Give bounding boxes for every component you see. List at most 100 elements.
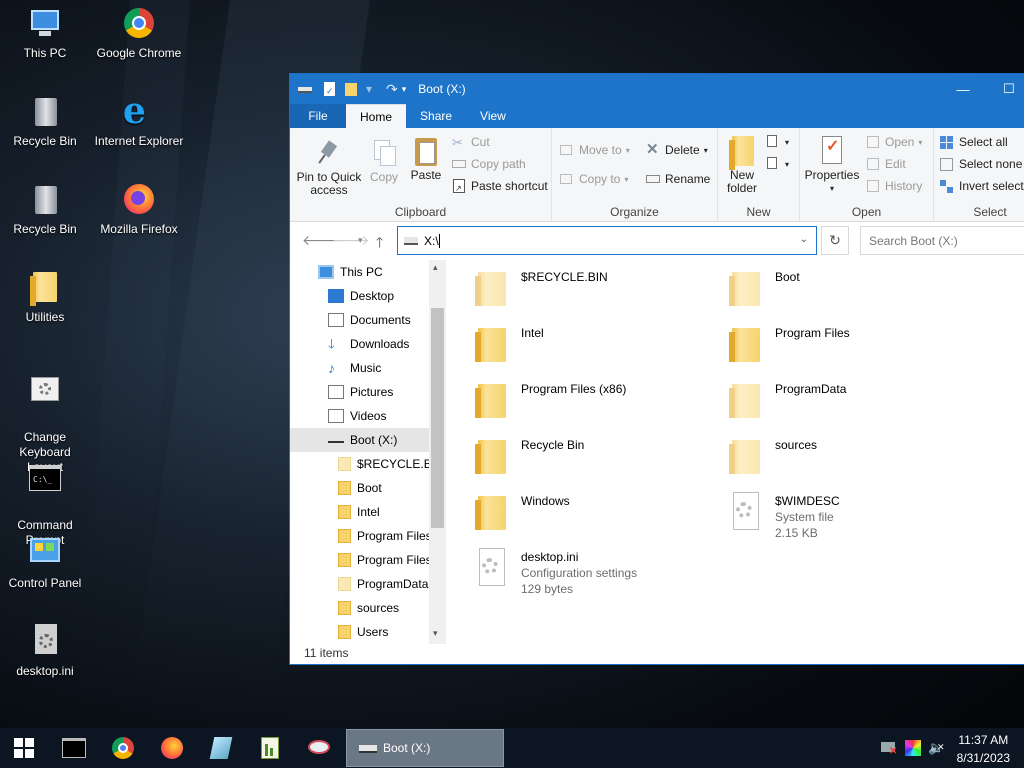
color-app-icon[interactable] — [905, 740, 921, 756]
scroll-down-icon[interactable]: ▾ — [433, 628, 438, 639]
taskbar-app-glass[interactable] — [209, 736, 235, 760]
desktop-icon-recycle-bin-2[interactable]: Recycle Bin — [0, 182, 90, 237]
desktop-icon-mozilla-firefox[interactable]: Mozilla Firefox — [94, 182, 184, 237]
rename-label: Rename — [665, 172, 711, 186]
nav-item[interactable]: Pictures — [290, 380, 430, 404]
easy-access-button[interactable]: ▾ — [766, 154, 789, 174]
file-tile[interactable]: Intel — [475, 322, 715, 374]
file-tile[interactable]: Program Files (x86) — [475, 378, 715, 430]
file-size: 129 bytes — [521, 582, 574, 596]
new-item-button[interactable]: ▾ — [766, 132, 789, 152]
select-all-button[interactable]: Select all — [940, 132, 1008, 152]
cut-button[interactable]: ✂ Cut — [452, 132, 490, 152]
invert-selection-button[interactable]: Invert selection — [940, 176, 1024, 196]
nav-item[interactable]: This PC — [290, 260, 430, 284]
undo-icon[interactable]: ↷ — [386, 81, 398, 98]
network-error-icon[interactable]: ✕ — [881, 740, 897, 757]
taskbar-app-snipping[interactable] — [307, 736, 333, 760]
delete-button[interactable]: ✕ Delete ▾ — [646, 140, 708, 160]
new-folder-button[interactable]: New folder — [722, 136, 762, 195]
minimize-button[interactable]: — — [940, 74, 986, 104]
select-none-button[interactable]: Select none — [940, 154, 1022, 174]
paste-shortcut-button[interactable]: ↗ Paste shortcut — [452, 176, 548, 196]
desktop-icon-control-panel[interactable]: Control Panel — [0, 536, 90, 591]
history-button[interactable]: History — [866, 176, 922, 196]
paste-button[interactable]: Paste — [406, 136, 446, 182]
desktop-icon-this-pc[interactable]: This PC — [0, 6, 90, 61]
taskbar-window-boot[interactable]: Boot (X:) — [346, 729, 504, 767]
properties-label: Properties — [804, 168, 860, 182]
nav-item[interactable]: 🡓 Downloads — [290, 332, 430, 356]
file-tile[interactable]: ProgramData — [729, 378, 969, 430]
file-tile[interactable]: Boot — [729, 266, 969, 318]
copy-path-button[interactable]: Copy path — [452, 154, 526, 174]
open-button[interactable]: Open ▾ — [866, 132, 922, 152]
desktop-icon-utilities[interactable]: Utilities — [0, 270, 90, 325]
address-history-chevron-icon[interactable]: ⌄ — [800, 234, 808, 245]
taskbar-chrome[interactable] — [111, 736, 137, 760]
properties-icon: ✓ — [818, 136, 846, 166]
scroll-up-icon[interactable]: ▴ — [433, 262, 438, 273]
scrollbar-thumb[interactable] — [431, 308, 444, 528]
desktop-icon-command-prompt[interactable]: C:\_ Command Prompt — [0, 448, 90, 548]
nav-item[interactable]: ProgramData — [290, 572, 430, 596]
properties-button[interactable]: ✓ Properties ▾ — [804, 136, 860, 195]
nav-item[interactable]: Users — [290, 620, 430, 644]
nav-item[interactable]: Videos — [290, 404, 430, 428]
desktop-icon-desktop-ini[interactable]: desktop.ini — [0, 624, 90, 679]
desktop-icon-internet-explorer[interactable]: e Internet Explorer — [94, 93, 184, 149]
nav-item[interactable]: Program Files — [290, 524, 430, 548]
up-arrow-icon[interactable]: 🡑 — [376, 232, 383, 256]
chevron-down-icon[interactable]: ▾ — [402, 84, 407, 95]
address-text[interactable]: X:\ — [424, 234, 439, 248]
nav-item[interactable]: Desktop — [290, 284, 430, 308]
start-button[interactable] — [12, 736, 38, 760]
tab-home[interactable]: Home — [346, 104, 407, 128]
file-tile[interactable]: desktop.ini Configuration settings 129 byt… — [475, 546, 715, 598]
nav-item[interactable]: Documents — [290, 308, 430, 332]
maximize-button[interactable]: ☐ — [986, 74, 1024, 104]
file-tile[interactable]: $RECYCLE.BIN — [475, 266, 715, 318]
select-group: Select all Select none Invert selection … — [934, 128, 1024, 222]
desktop-icon-recycle-bin[interactable]: Recycle Bin — [0, 94, 90, 149]
nav-item[interactable]: Intel — [290, 500, 430, 524]
new-folder-quick-icon[interactable] — [344, 82, 358, 96]
file-tile[interactable]: Recycle Bin — [475, 434, 715, 486]
tab-view[interactable]: View — [466, 104, 520, 128]
taskbar-app-chart[interactable] — [258, 736, 284, 760]
folder-icon — [338, 625, 351, 639]
file-tile[interactable]: sources — [729, 434, 969, 486]
nav-item[interactable]: Program Files (x86) — [290, 548, 430, 572]
tab-share[interactable]: Share — [406, 104, 466, 128]
copy-button[interactable]: Copy — [366, 138, 402, 184]
properties-quick-icon[interactable]: ✓ — [322, 82, 336, 96]
address-bar[interactable]: X:\ ⌄ — [397, 226, 817, 255]
volume-muted-icon[interactable]: 🔈 ✕ — [928, 740, 945, 756]
taskbar: Boot (X:) ✕ 🔈 ✕ 11:37 AM 8/31/2023 — [0, 728, 1024, 768]
tab-file[interactable]: File — [290, 104, 346, 128]
clock[interactable]: 11:37 AM 8/31/2023 — [957, 733, 1010, 766]
recent-locations-chevron-icon[interactable]: ▾ — [358, 235, 363, 246]
nav-scrollbar[interactable]: ▴ ▾ — [429, 260, 446, 644]
taskbar-firefox[interactable] — [160, 736, 186, 760]
move-to-button[interactable]: Move to ▾ — [560, 140, 630, 160]
title-bar[interactable]: ✓ ▾ ↷ ▾ Boot (X:) — ☐ — [290, 74, 1024, 104]
taskbar-command-prompt[interactable] — [62, 736, 88, 760]
nav-item[interactable]: sources — [290, 596, 430, 620]
edit-button[interactable]: Edit — [866, 154, 906, 174]
nav-item[interactable]: $RECYCLE.BIN — [290, 452, 430, 476]
file-tile[interactable]: Program Files — [729, 322, 969, 374]
desktop-icon-google-chrome[interactable]: Google Chrome — [94, 6, 184, 61]
rename-button[interactable]: Rename — [646, 169, 710, 189]
copy-to-button[interactable]: Copy to ▾ — [560, 169, 628, 189]
nav-item[interactable]: Boot — [290, 476, 430, 500]
nav-item[interactable]: Boot (X:) — [290, 428, 430, 452]
file-tile[interactable]: Windows — [475, 490, 715, 542]
nav-item[interactable]: ♪ Music — [290, 356, 430, 380]
search-input[interactable]: Search Boot (X:) — [860, 226, 1024, 255]
refresh-button[interactable]: ↻ — [821, 226, 849, 255]
forward-arrow-icon[interactable]: 🡒 — [332, 232, 370, 249]
file-explorer-window[interactable]: ✓ ▾ ↷ ▾ Boot (X:) — ☐ File Home Share Vi… — [289, 73, 1024, 665]
pin-to-quick-access-button[interactable]: Pin to Quick access — [296, 138, 362, 197]
file-tile[interactable]: $WIMDESC System file 2.15 KB — [729, 490, 969, 542]
